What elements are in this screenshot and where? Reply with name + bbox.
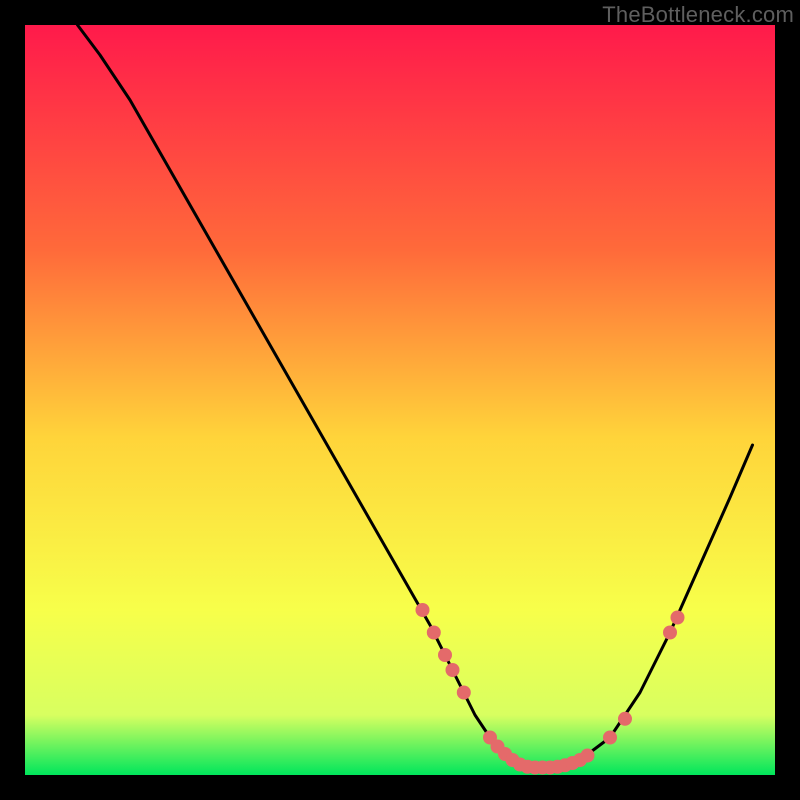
chart-frame — [25, 25, 775, 775]
data-marker — [618, 712, 632, 726]
bottleneck-chart — [25, 25, 775, 775]
data-marker — [446, 663, 460, 677]
data-marker — [663, 626, 677, 640]
data-marker — [581, 749, 595, 763]
data-marker — [416, 603, 430, 617]
data-marker — [457, 686, 471, 700]
data-marker — [427, 626, 441, 640]
data-marker — [438, 648, 452, 662]
gradient-bg — [25, 25, 775, 775]
data-marker — [603, 731, 617, 745]
watermark-text: TheBottleneck.com — [602, 2, 794, 28]
data-marker — [671, 611, 685, 625]
